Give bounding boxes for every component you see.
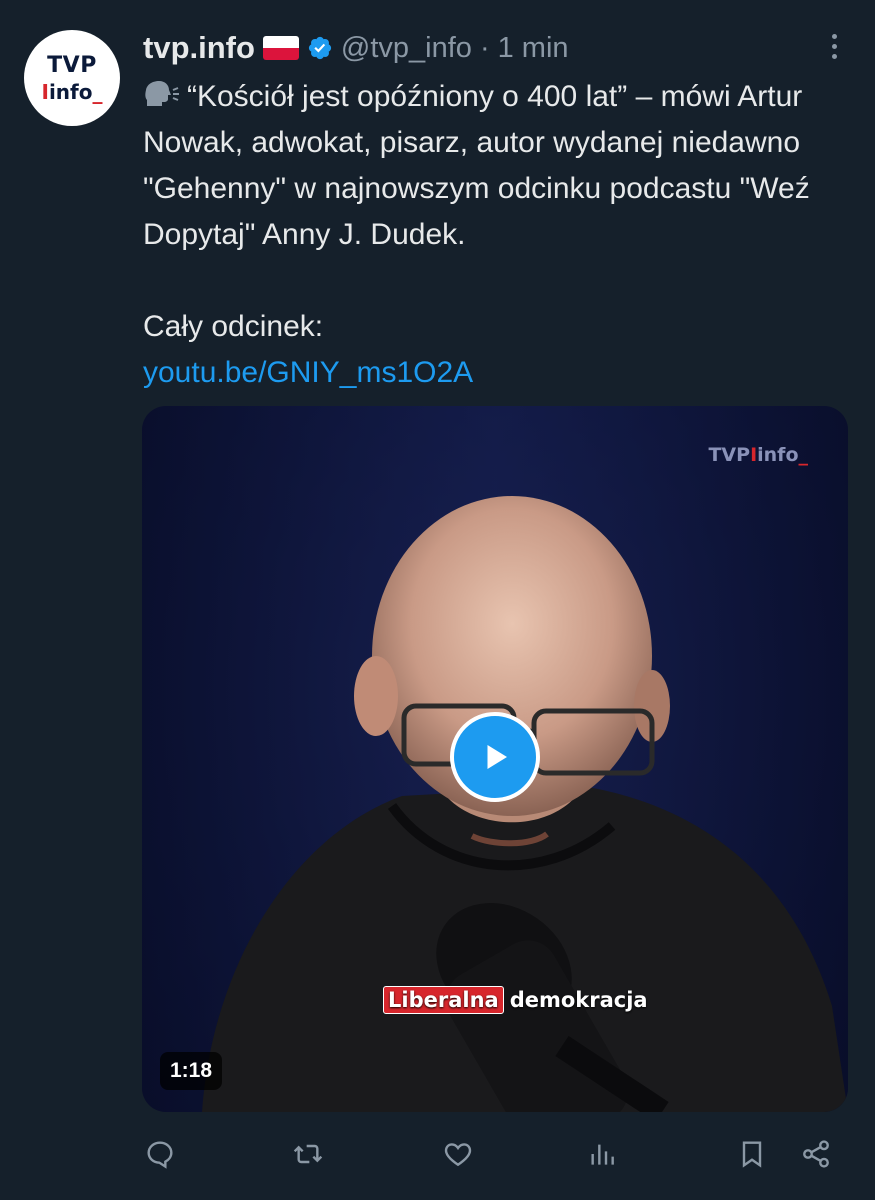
reply-icon[interactable] [142,1136,178,1172]
more-options-icon[interactable] [832,34,837,59]
tweet-time[interactable]: 1 min [498,32,569,65]
separator-dot: · [479,31,490,64]
video-subtitle: Liberalna demokracja [383,986,648,1014]
subtitle-rest: demokracja [509,988,648,1012]
video-duration: 1:18 [160,1052,223,1090]
author-name[interactable]: tvp.info [143,30,255,66]
avatar-text-info: Iinfo_ [41,79,103,104]
tweet-link[interactable]: youtu.be/GNIY_ms1O2A [143,356,473,389]
play-button[interactable] [450,712,540,802]
tvp-info-watermark: TVPIinfo_ [708,444,808,466]
tweet-actions [142,1136,834,1172]
share-icon[interactable] [798,1136,834,1172]
avatar-text-tvp: TVP [47,52,97,78]
play-icon [487,745,507,769]
author-handle[interactable]: @tvp_info [341,32,472,65]
subtitle-highlight: Liberalna [383,986,504,1014]
tweet-full-episode-label: Cały odcinek: [143,310,324,343]
speaking-head-icon [145,81,179,106]
poland-flag-icon [262,36,299,60]
tweet-header: tvp.info @tvp_info · 1 min [143,28,835,68]
like-icon[interactable] [440,1136,476,1172]
video-player[interactable]: TVPIinfo_ Liberalna demokracja 1:18 [142,406,848,1112]
retweet-icon[interactable] [290,1136,326,1172]
tweet-body: “Kościół jest opóźniony o 400 lat” – mów… [143,74,855,258]
verified-badge-icon [308,36,332,60]
views-icon[interactable] [584,1136,620,1172]
avatar[interactable]: TVP Iinfo_ [24,30,120,126]
bookmark-icon[interactable] [734,1136,770,1172]
tweet-text: “Kościół jest opóźniony o 400 lat” – mów… [143,74,855,396]
tweet-main-text: “Kościół jest opóźniony o 400 lat” – mów… [143,80,810,251]
